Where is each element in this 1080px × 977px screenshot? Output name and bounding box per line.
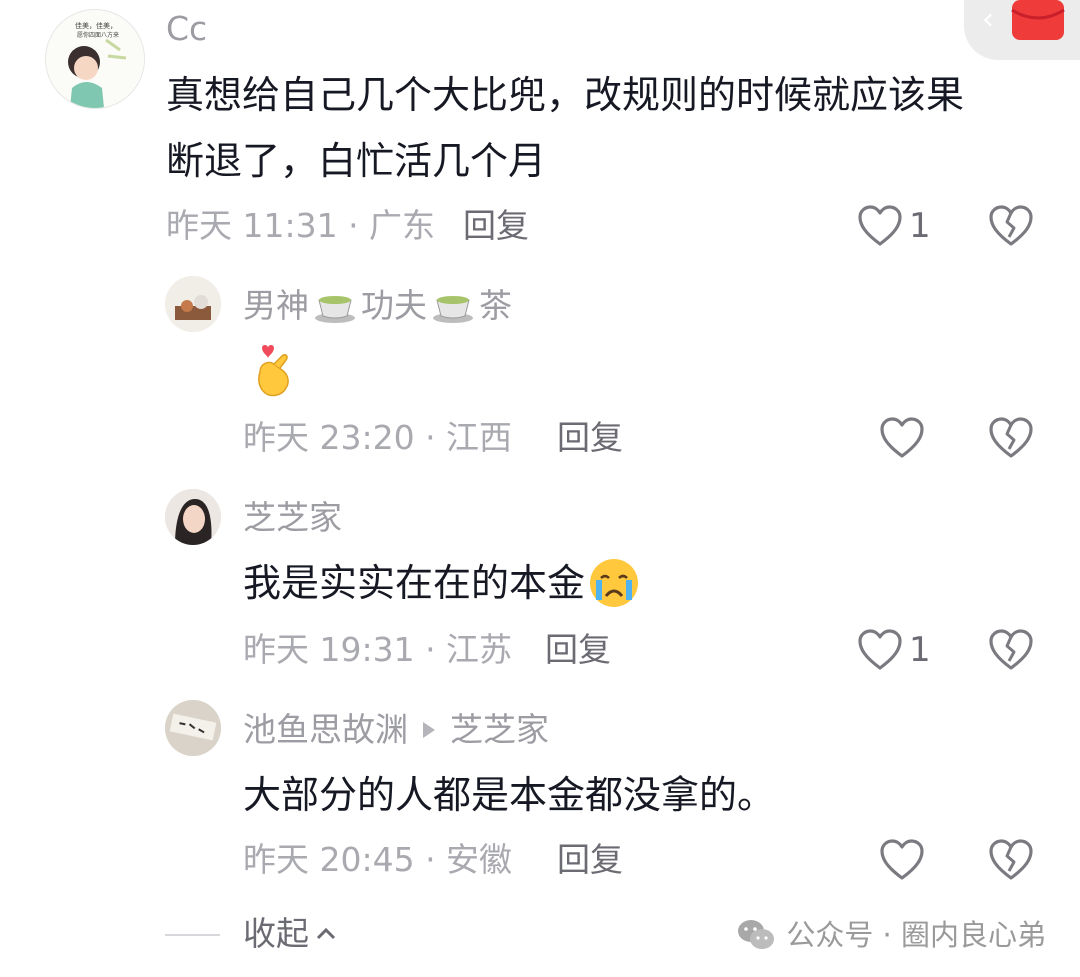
comment-time-location: 昨天 19:31 · 江苏 [243, 630, 513, 669]
red-packet-icon[interactable] [1008, 0, 1068, 42]
back-chevron-icon[interactable]: ‹ [982, 2, 994, 37]
comment-text: 我是实实在在的本金 [243, 550, 641, 616]
like-button[interactable] [879, 416, 925, 460]
reply-to-username[interactable]: 芝芝家 [450, 710, 549, 750]
heart-icon [858, 205, 902, 246]
watermark-label: 公众号 · 圈内良心弟 [786, 918, 1046, 952]
like-button[interactable]: 1 [857, 628, 931, 672]
broken-heart-icon [989, 417, 1033, 458]
red-packet-tab[interactable]: ‹ [964, 0, 1080, 60]
avatar[interactable] [165, 276, 221, 332]
comment-text: 大部分的人都是本金都没拿的。 [243, 773, 776, 817]
svg-text:愿你四面八方来: 愿你四面八方来 [77, 31, 119, 39]
avatar-photo [165, 489, 221, 545]
tea-cup-icon [315, 296, 355, 323]
avatar-photo [165, 276, 221, 332]
avatar-illustration: 佳美，佳美， 愿你四面八方来 [46, 10, 144, 108]
chevron-up-icon [316, 927, 336, 940]
comment-time-location: 昨天 23:20 · 江西 [243, 418, 513, 457]
comment-username-link[interactable]: 池鱼思故渊 [243, 710, 408, 750]
comment-username[interactable]: 男神 功夫 茶 [243, 286, 512, 326]
comment-time-location: 昨天 20:45 · 安徽 [243, 840, 513, 879]
reply-button[interactable]: 回复 [557, 840, 623, 880]
avatar[interactable] [165, 489, 221, 545]
dislike-button[interactable] [988, 628, 1034, 672]
comment-username: 池鱼思故渊 芝芝家 [243, 710, 549, 750]
heart-icon [858, 629, 902, 670]
heart-icon [880, 839, 924, 880]
like-button[interactable] [879, 838, 925, 882]
reply-arrow-icon [423, 722, 435, 738]
svg-text:佳美，佳美，: 佳美，佳美， [75, 21, 117, 30]
collapse-divider [165, 934, 220, 936]
dislike-button[interactable] [988, 838, 1034, 882]
avatar-photo [165, 700, 221, 756]
wechat-icon [738, 920, 775, 949]
tea-cup-icon [433, 296, 473, 323]
avatar[interactable] [165, 700, 221, 756]
broken-heart-icon [989, 205, 1033, 246]
like-count: 1 [909, 630, 931, 670]
reply-button[interactable]: 回复 [463, 206, 529, 246]
comment-text-line: 断退了，白忙活几个月 [166, 139, 547, 183]
reply-button[interactable]: 回复 [545, 630, 611, 670]
comment-username[interactable]: 芝芝家 [243, 498, 342, 538]
like-count: 1 [909, 206, 931, 246]
heart-icon [880, 417, 924, 458]
collapse-replies-button[interactable]: 收起 [243, 913, 337, 955]
dislike-button[interactable] [988, 204, 1034, 248]
comment-text-line: 真想给自己几个大比兜，改规则的时候就应该果 [166, 73, 965, 117]
watermark: 公众号 · 圈内良心弟 [736, 915, 1046, 955]
like-button[interactable]: 1 [857, 204, 931, 248]
broken-heart-icon [989, 839, 1033, 880]
reply-button[interactable]: 回复 [557, 418, 623, 458]
finger-heart-icon [252, 342, 298, 404]
broken-heart-icon [989, 629, 1033, 670]
dislike-button[interactable] [988, 416, 1034, 460]
comment-thread: ‹ 佳美，佳美， 愿你四面八方来 Cc 真想给自己几个大比兜，改规则的时候就应该… [0, 0, 1080, 977]
crying-face-icon [590, 559, 639, 607]
comment-username[interactable]: Cc [166, 9, 207, 49]
collapse-label: 收起 [243, 914, 309, 953]
comment-time-location: 昨天 11:31 · 广东 [166, 206, 436, 245]
avatar[interactable]: 佳美，佳美， 愿你四面八方来 [45, 9, 145, 109]
